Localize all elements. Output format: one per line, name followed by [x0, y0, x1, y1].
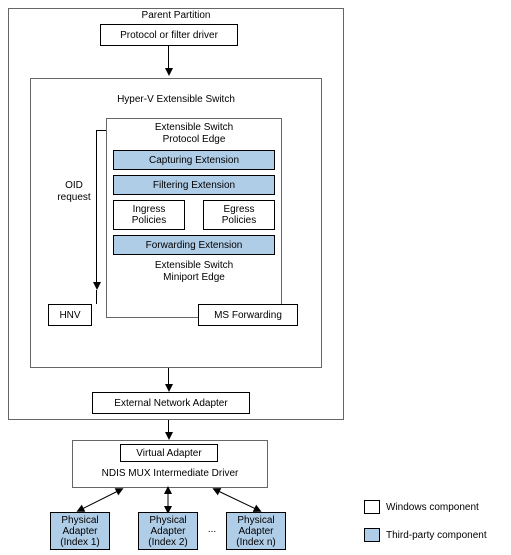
physical-adapter-1-label: Physical Adapter (Index 1) — [60, 515, 99, 548]
physical-adapter-n-label: Physical Adapter (Index n) — [236, 515, 275, 548]
physical-adapter-ellipsis: ... — [202, 524, 222, 535]
legend-thirdparty-swatch — [364, 528, 380, 542]
legend-windows-label: Windows component — [386, 502, 506, 513]
legend-windows-swatch — [364, 500, 380, 514]
physical-adapter-n-box: Physical Adapter (Index n) — [226, 512, 286, 550]
arrow-mux-to-phys1 — [0, 0, 511, 555]
physical-adapter-2-label: Physical Adapter (Index 2) — [148, 515, 187, 548]
physical-adapter-1-box: Physical Adapter (Index 1) — [50, 512, 110, 550]
legend-thirdparty-label: Third-party component — [386, 530, 506, 541]
physical-adapter-2-box: Physical Adapter (Index 2) — [138, 512, 198, 550]
